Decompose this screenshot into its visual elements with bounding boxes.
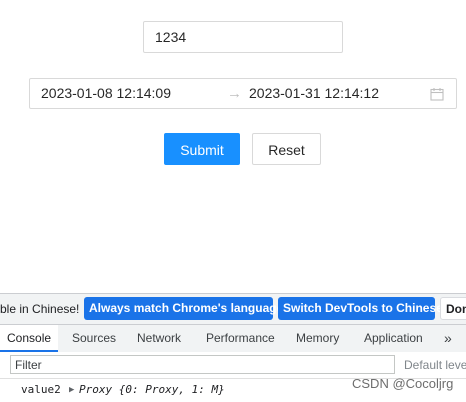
- tab-console[interactable]: Console: [0, 325, 59, 352]
- tab-application[interactable]: Application: [364, 325, 423, 351]
- watermark-text: CSDN @Cocoljrg: [352, 376, 454, 391]
- reset-button[interactable]: Reset: [252, 133, 321, 165]
- tab-sources[interactable]: Sources: [72, 325, 116, 351]
- submit-button[interactable]: Submit: [164, 133, 240, 165]
- tab-memory[interactable]: Memory: [296, 325, 339, 351]
- text-input[interactable]: [143, 21, 343, 53]
- more-tabs-icon[interactable]: »: [444, 325, 452, 351]
- tab-network[interactable]: Network: [137, 325, 181, 351]
- console-log-value[interactable]: Proxy {0: Proxy, 1: M}: [79, 379, 225, 401]
- calendar-icon[interactable]: [430, 87, 444, 101]
- tab-performance[interactable]: Performance: [206, 325, 275, 351]
- expand-triangle-icon[interactable]: ▶: [69, 379, 74, 401]
- always-match-language-button[interactable]: Always match Chrome's language: [84, 297, 283, 320]
- range-start-input[interactable]: 2023-01-08 12:14:09: [41, 79, 171, 108]
- dont-show-again-button[interactable]: Don: [440, 297, 466, 320]
- date-range-picker[interactable]: 2023-01-08 12:14:09 → 2023-01-31 12:14:1…: [29, 78, 457, 109]
- log-levels-dropdown[interactable]: Default leve: [404, 352, 466, 378]
- language-infobar: ble in Chinese! Always match Chrome's la…: [0, 293, 466, 324]
- switch-to-chinese-button[interactable]: Switch DevTools to Chinese: [278, 297, 443, 320]
- infobar-message: ble in Chinese!: [0, 302, 80, 316]
- range-end-input[interactable]: 2023-01-31 12:14:12: [249, 79, 379, 108]
- console-log-key: value2: [21, 383, 61, 396]
- console-filterbar: Default leve: [0, 352, 466, 379]
- filter-input[interactable]: [10, 355, 395, 374]
- devtools-tabbar: Console Sources Network Performance Memo…: [0, 324, 466, 353]
- range-separator-arrow: →: [227, 85, 242, 102]
